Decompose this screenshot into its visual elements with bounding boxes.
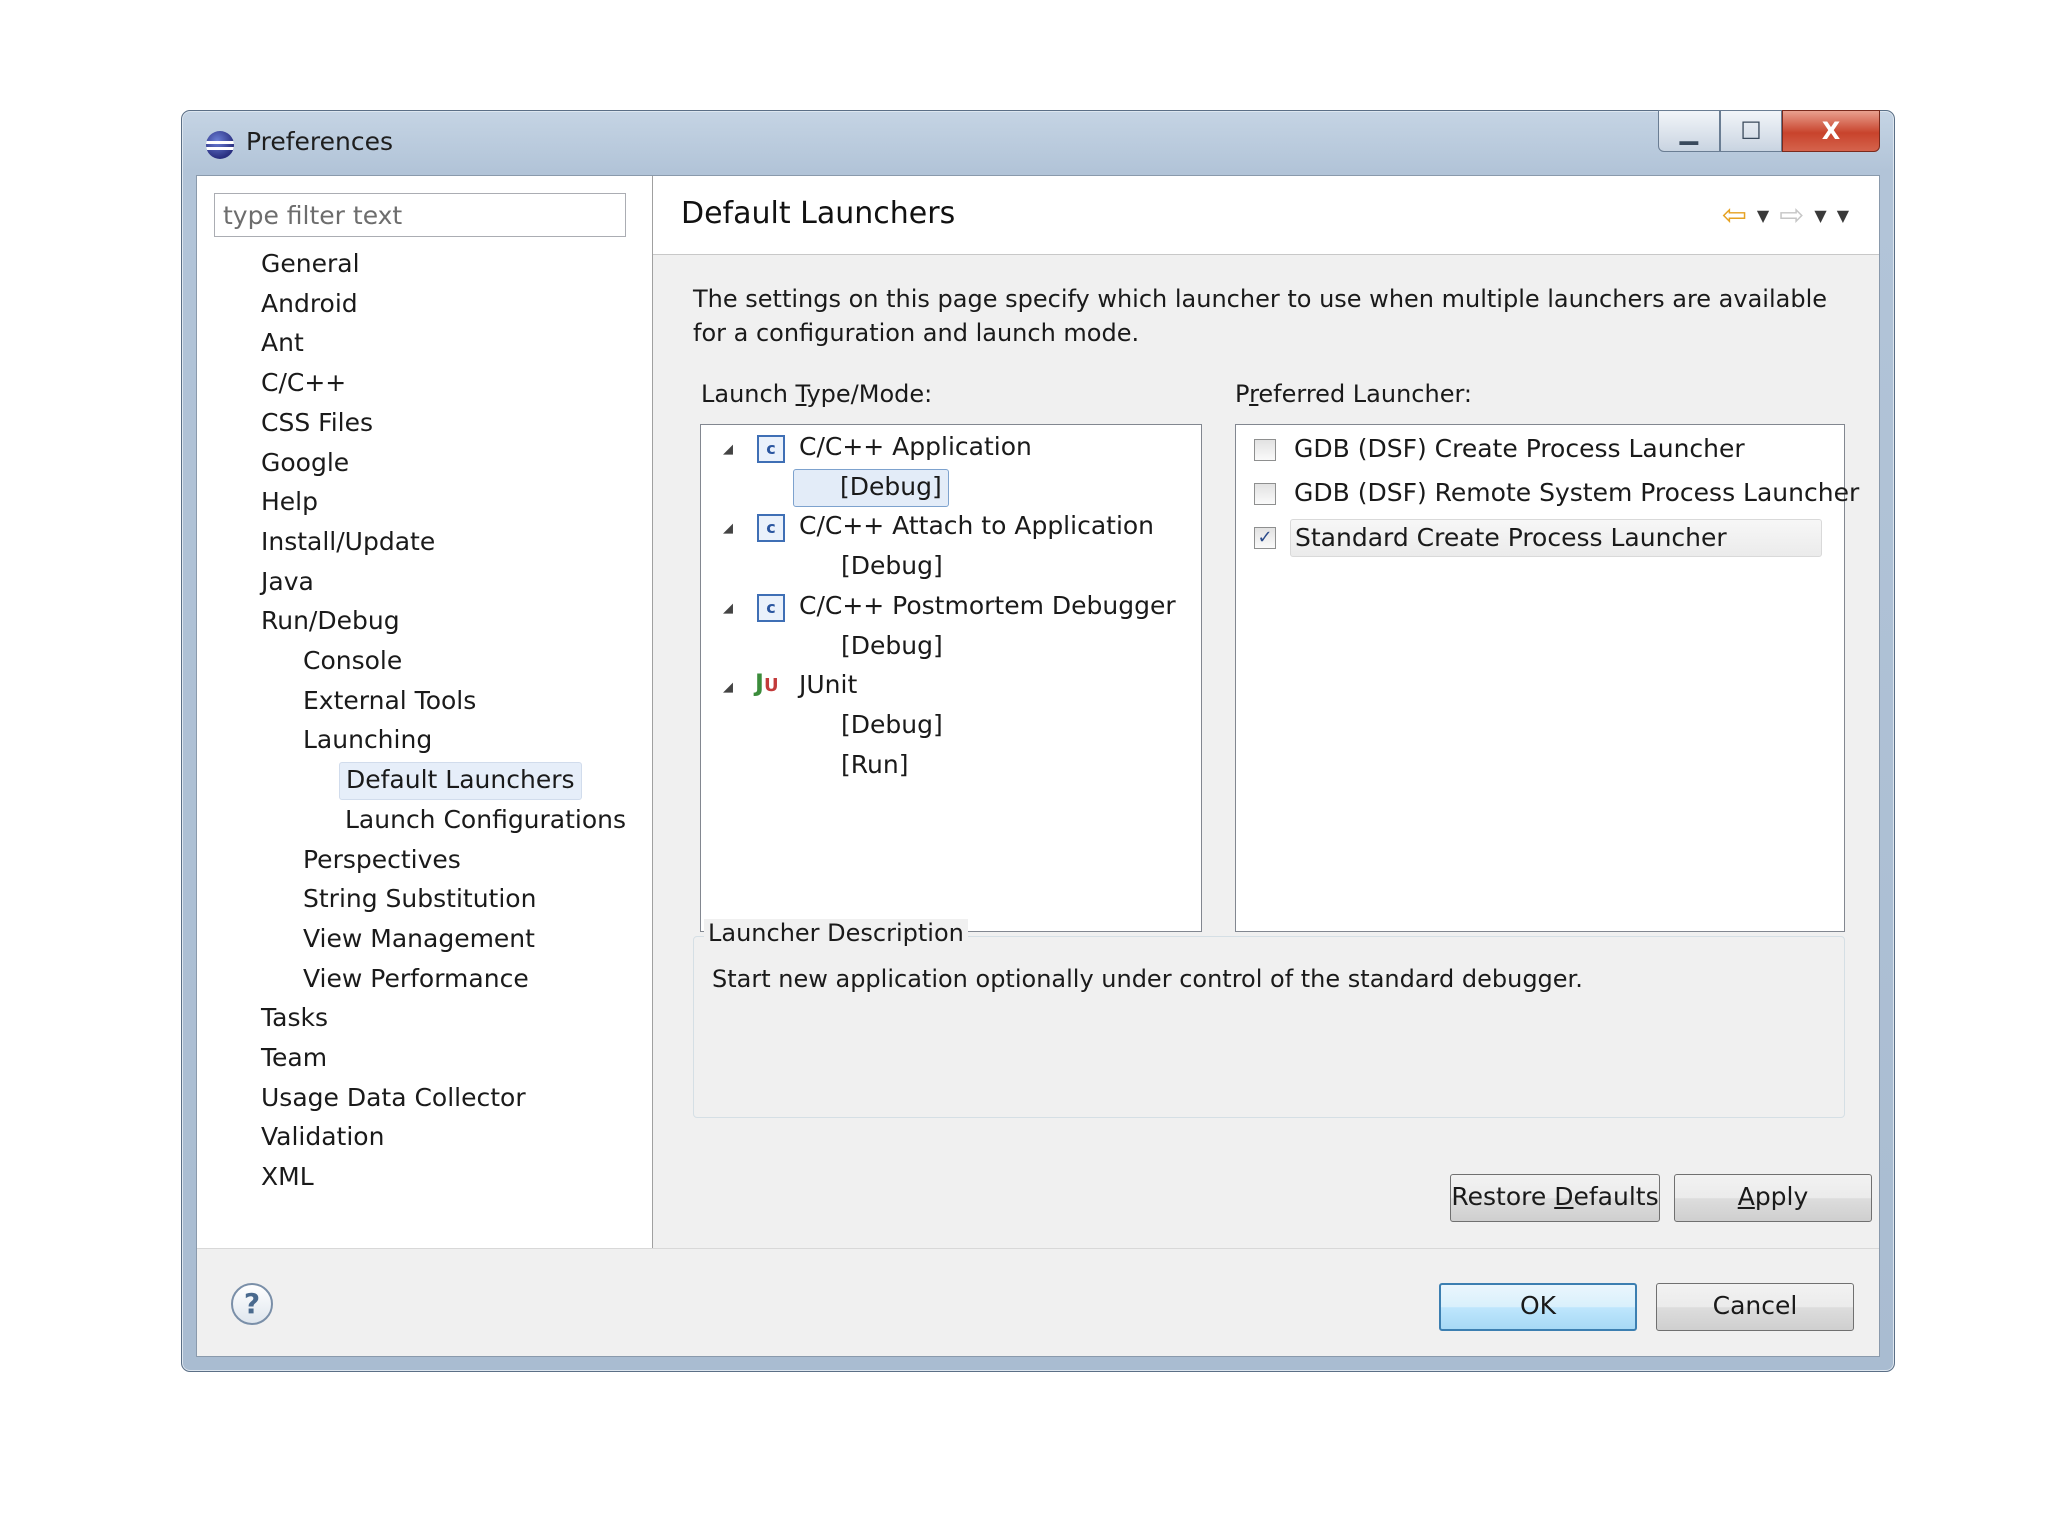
- restore-defaults-button[interactable]: Restore Defaults: [1450, 1174, 1660, 1222]
- apply-button[interactable]: Apply: [1674, 1174, 1872, 1222]
- preference-page: Default Launchers ⇦ ▼ ⇨ ▼ ▼ The settings…: [653, 176, 1879, 1248]
- page-description: The settings on this page specify which …: [693, 285, 1827, 347]
- apply-after: pply: [1754, 1182, 1809, 1211]
- launch-mode-item[interactable]: [Debug]: [841, 628, 943, 664]
- launch-type-item[interactable]: C/C++ Postmortem Debugger: [799, 588, 1176, 624]
- tree-item[interactable]: C/C++: [255, 365, 352, 401]
- launcher-description-group: Launcher Description Start new applicati…: [693, 919, 1845, 1118]
- minimize-icon: ▁: [1679, 117, 1699, 145]
- tree-item[interactable]: Google: [255, 445, 355, 481]
- launch-type-label-after: ype/Mode:: [806, 380, 933, 408]
- tree-item[interactable]: General: [255, 246, 366, 282]
- tree-item[interactable]: Validation: [255, 1119, 390, 1155]
- launch-type-tree[interactable]: ◢ c C/C++ Application [Debug] ◢ c C/C++ Attach…: [700, 424, 1202, 932]
- expand-collapse-icon[interactable]: ◢: [723, 680, 733, 695]
- launch-mode-item[interactable]: [Run]: [841, 747, 908, 783]
- expand-collapse-icon[interactable]: ◢: [723, 521, 733, 536]
- launch-type-label-before: Launch: [701, 380, 796, 408]
- tree-item[interactable]: Ant: [255, 325, 310, 361]
- launcher-description-legend: Launcher Description: [704, 919, 968, 947]
- tree-item[interactable]: Usage Data Collector: [255, 1080, 532, 1116]
- tree-item[interactable]: Launch Configurations: [339, 802, 632, 838]
- launcher-item[interactable]: GDB (DSF) Remote System Process Launcher: [1294, 475, 1859, 511]
- dialog-footer: ? OK Cancel: [197, 1248, 1879, 1356]
- expand-collapse-icon[interactable]: ◢: [723, 442, 733, 457]
- restore-defaults-mnemonic: D: [1554, 1182, 1574, 1211]
- maximize-button[interactable]: ☐: [1720, 110, 1782, 152]
- tree-item[interactable]: Install/Update: [255, 524, 441, 560]
- preferred-label-mnemonic: r: [1249, 380, 1259, 408]
- launch-type-item[interactable]: C/C++ Attach to Application: [799, 508, 1154, 544]
- close-button[interactable]: X: [1782, 110, 1880, 152]
- tree-item[interactable]: Console: [297, 643, 408, 679]
- maximize-icon: ☐: [1740, 117, 1762, 145]
- title-bar[interactable]: Preferences ▁ ☐ X: [182, 110, 1894, 175]
- launcher-item[interactable]: Standard Create Process Launcher: [1290, 519, 1822, 557]
- page-header: Default Launchers ⇦ ▼ ⇨ ▼ ▼: [653, 176, 1879, 255]
- expand-collapse-icon[interactable]: ◢: [723, 601, 733, 616]
- back-arrow-icon[interactable]: ⇦: [1722, 198, 1747, 233]
- launcher-checkbox[interactable]: [1254, 439, 1276, 461]
- window-controls: ▁ ☐ X: [1658, 110, 1880, 154]
- tree-item[interactable]: Tasks: [255, 1000, 334, 1036]
- ok-button[interactable]: OK: [1439, 1283, 1637, 1331]
- apply-mnemonic: A: [1737, 1182, 1755, 1211]
- minimize-button[interactable]: ▁: [1658, 110, 1720, 152]
- preferred-launcher-list[interactable]: GDB (DSF) Create Process Launcher GDB (DS…: [1235, 424, 1859, 932]
- dialog-client-area: General AndroidAnt C/C++ CSS Files GoogleHel…: [196, 175, 1880, 1357]
- back-history-dropdown-icon[interactable]: ▼: [1757, 206, 1769, 225]
- launch-type-item[interactable]: JUnit: [799, 667, 857, 703]
- tree-item[interactable]: Java: [255, 564, 320, 600]
- c-launch-icon: c: [752, 588, 785, 622]
- launch-type-label: Launch Type/Mode:: [701, 380, 932, 408]
- restore-defaults-after: efaults: [1573, 1182, 1659, 1211]
- launch-type-item[interactable]: C/C++ Application: [799, 429, 1032, 465]
- launcher-checkbox[interactable]: ✓: [1254, 527, 1276, 549]
- c-launch-icon: c: [752, 509, 785, 543]
- forward-arrow-icon[interactable]: ⇨: [1779, 198, 1804, 233]
- forward-history-dropdown-icon[interactable]: ▼: [1814, 206, 1826, 225]
- tree-item[interactable]: Run/Debug: [255, 603, 406, 639]
- launch-mode-item[interactable]: [Debug]: [793, 468, 949, 507]
- close-icon: X: [1821, 117, 1841, 145]
- preferred-launcher-label: Preferred Launcher:: [1235, 380, 1472, 408]
- tree-item[interactable]: View Performance: [297, 961, 535, 997]
- tree-item[interactable]: XML: [255, 1159, 320, 1195]
- launch-mode-item[interactable]: [Debug]: [841, 707, 943, 743]
- preferences-dialog: Preferences ▁ ☐ X General AndroidAnt C/C++…: [181, 110, 1895, 1372]
- tree-item[interactable]: String Substitution: [297, 881, 542, 917]
- preferred-label-after: eferred Launcher:: [1258, 380, 1473, 408]
- help-icon[interactable]: ?: [231, 1283, 273, 1325]
- tree-item[interactable]: Launching: [297, 722, 438, 758]
- tree-item[interactable]: Help: [255, 484, 324, 520]
- preferred-label-before: P: [1235, 380, 1250, 408]
- launcher-item[interactable]: GDB (DSF) Create Process Launcher: [1294, 431, 1745, 467]
- preference-tree-panel: General AndroidAnt C/C++ CSS Files GoogleHel…: [197, 176, 653, 1248]
- tree-item[interactable]: View Management: [297, 921, 541, 957]
- tree-item[interactable]: Perspectives: [297, 842, 467, 878]
- tree-item[interactable]: External Tools: [297, 683, 482, 719]
- tree-item[interactable]: Android: [255, 286, 364, 322]
- cancel-button[interactable]: Cancel: [1656, 1283, 1854, 1331]
- page-navigation: ⇦ ▼ ⇨ ▼ ▼: [1722, 198, 1849, 233]
- tree-item[interactable]: CSS Files: [255, 405, 379, 441]
- view-menu-icon[interactable]: ▼: [1837, 206, 1849, 225]
- restore-defaults-before: Restore: [1451, 1182, 1555, 1211]
- launcher-description-text: Start new application optionally under c…: [712, 965, 1583, 993]
- junit-icon: JU: [755, 669, 779, 698]
- tree-item[interactable]: Team: [255, 1040, 333, 1076]
- eclipse-icon: [206, 131, 234, 159]
- launcher-checkbox[interactable]: [1254, 483, 1276, 505]
- tree-item[interactable]: Default Launchers: [339, 762, 582, 801]
- filter-input[interactable]: [214, 193, 626, 237]
- window-title: Preferences: [246, 127, 394, 156]
- launch-mode-item[interactable]: [Debug]: [841, 548, 943, 584]
- c-launch-icon: c: [752, 430, 785, 463]
- launch-type-label-mnemonic: T: [795, 380, 807, 408]
- page-title: Default Launchers: [681, 196, 956, 231]
